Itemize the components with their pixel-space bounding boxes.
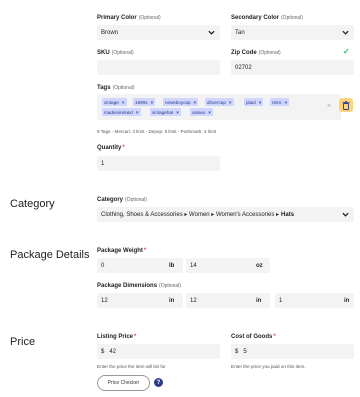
remove-tag-icon[interactable]: × xyxy=(151,100,154,105)
width-unit: in xyxy=(256,298,262,304)
clear-tags-icon[interactable]: × xyxy=(327,103,331,110)
height-unit: in xyxy=(344,298,350,304)
zip-label: Zip Code (Optional) xyxy=(231,50,281,56)
section-title-category: Category xyxy=(10,198,55,210)
tags-input[interactable]: vintage × 1990s × newsboycap × drivercap × p… xyxy=(97,94,341,120)
quantity-label: Quantity* xyxy=(97,145,125,151)
cost-of-goods-label: Cost of Goods* xyxy=(231,334,276,340)
tag-chip[interactable]: vintage × xyxy=(102,98,127,106)
listing-price-hint: Enter the price the item will list for xyxy=(97,364,166,369)
package-weight-label: Package Weight* xyxy=(97,248,147,254)
remove-tag-icon[interactable]: × xyxy=(229,100,232,105)
listing-price-input[interactable]: $42 xyxy=(97,344,220,359)
remove-tag-icon[interactable]: × xyxy=(208,110,211,115)
chevron-down-icon xyxy=(208,30,215,35)
tag-chip[interactable]: unisex × xyxy=(190,108,213,116)
tag-chip[interactable]: vintagehat × xyxy=(150,108,181,116)
tag-chip[interactable]: madeinireland × xyxy=(102,108,141,116)
section-title-price: Price xyxy=(10,336,36,348)
secondary-color-label: Secondary Color (Optional) xyxy=(231,15,303,21)
tag-chip[interactable]: drivercap × xyxy=(205,98,234,106)
remove-tag-icon[interactable]: × xyxy=(122,100,125,105)
trash-icon xyxy=(342,100,350,110)
lb-unit: lb xyxy=(169,263,175,269)
remove-tag-icon[interactable]: × xyxy=(194,100,197,105)
category-label: Category (Optional) xyxy=(97,197,147,203)
chevron-down-icon xyxy=(342,30,349,35)
section-title-package-details: Package Details xyxy=(10,249,90,261)
listing-price-label: Listing Price* xyxy=(97,334,137,340)
tag-chip[interactable]: 1990s × xyxy=(133,98,156,106)
tags-limit-hint: 9 Tags - Mercari: 3 limit - Depop: 5 lim… xyxy=(97,129,216,134)
secondary-color-select[interactable]: Tan xyxy=(231,25,354,40)
category-select[interactable]: Clothing, Shoes & Accessories ▸ Women ▸ … xyxy=(97,207,354,222)
height-input[interactable]: 1 xyxy=(275,293,354,308)
remove-tag-icon[interactable]: × xyxy=(176,110,179,115)
price-checker-button[interactable]: Price Checker xyxy=(97,375,150,391)
oz-unit: oz xyxy=(256,263,263,269)
tag-chip[interactable]: plaid × xyxy=(244,98,264,106)
sku-label: SKU (Optional) xyxy=(97,50,134,56)
length-unit: in xyxy=(169,298,175,304)
tags-label: Tags (Optional) xyxy=(97,85,135,91)
sku-input[interactable] xyxy=(97,60,220,75)
tag-chip[interactable]: newsboycap × xyxy=(163,98,199,106)
primary-color-label: Primary Color (Optional) xyxy=(97,15,161,21)
primary-color-select[interactable]: Brown xyxy=(97,25,220,40)
remove-tag-icon[interactable]: × xyxy=(259,100,262,105)
tag-chip[interactable]: retro × xyxy=(270,98,290,106)
quantity-input[interactable]: 1 xyxy=(97,156,220,171)
help-icon[interactable]: ? xyxy=(154,378,163,387)
package-dimensions-label: Package Dimensions (Optional) xyxy=(97,283,181,289)
cost-of-goods-hint: Enter the price you paid on this item. xyxy=(231,364,306,369)
cost-of-goods-input[interactable]: $5 xyxy=(231,344,354,359)
delete-tags-button[interactable] xyxy=(339,98,353,112)
check-icon: ✓ xyxy=(343,47,350,56)
zip-input[interactable]: 02702 xyxy=(231,60,354,75)
remove-tag-icon[interactable]: × xyxy=(136,110,139,115)
chevron-down-icon xyxy=(342,212,349,217)
remove-tag-icon[interactable]: × xyxy=(284,100,287,105)
